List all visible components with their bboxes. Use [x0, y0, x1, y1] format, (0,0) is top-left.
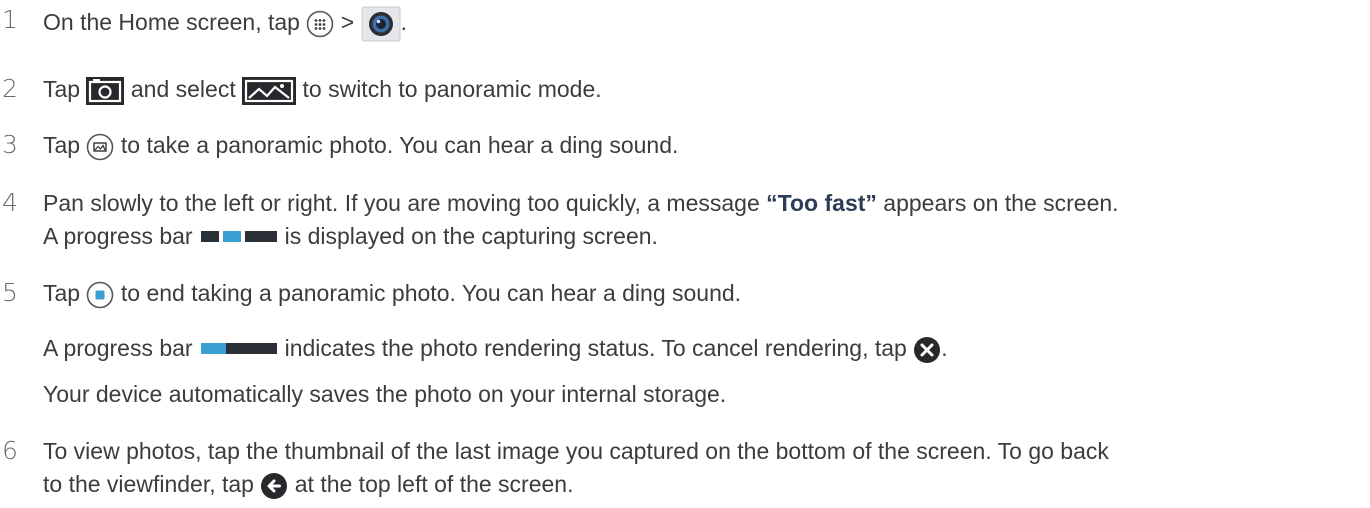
step-text: Tap to end taking a panoramic photo. You… [43, 279, 741, 309]
step-number: 2 [2, 74, 18, 103]
camera-mode-icon [86, 76, 125, 105]
step-number: 4 [2, 188, 18, 217]
cancel-icon [913, 336, 941, 364]
step-text: On the Home screen, tap > . [43, 6, 407, 42]
back-arrow-icon [260, 472, 288, 500]
apps-grid-icon [306, 10, 334, 38]
step-text: Pan slowly to the left or right. If you … [43, 190, 1119, 216]
step-text: A progress bar indicates the photo render… [43, 334, 948, 364]
step-text: to the viewfinder, tap at the top left o… [43, 470, 573, 500]
camera-app-icon [361, 6, 401, 42]
step-number: 3 [2, 130, 18, 159]
step-text: To view photos, tap the thumbnail of the… [43, 438, 1109, 464]
panorama-shutter-icon [86, 133, 114, 161]
step-text: Tap to take a panoramic photo. You can h… [43, 131, 678, 161]
stop-capture-icon [86, 281, 114, 309]
capturing-progress-bar [200, 230, 277, 242]
too-fast-message: “Too fast” [766, 190, 877, 216]
step-text: Your device automatically saves the phot… [43, 381, 727, 407]
panorama-mode-icon [242, 76, 297, 105]
step-text: Tap and select to switch to panoramic mo… [43, 75, 602, 105]
step-number: 1 [2, 5, 18, 34]
rendering-progress-bar [200, 342, 277, 354]
step-number: 6 [2, 436, 18, 465]
step-number: 5 [2, 278, 18, 307]
step-text: A progress bar is displayed on the captur… [43, 223, 658, 249]
